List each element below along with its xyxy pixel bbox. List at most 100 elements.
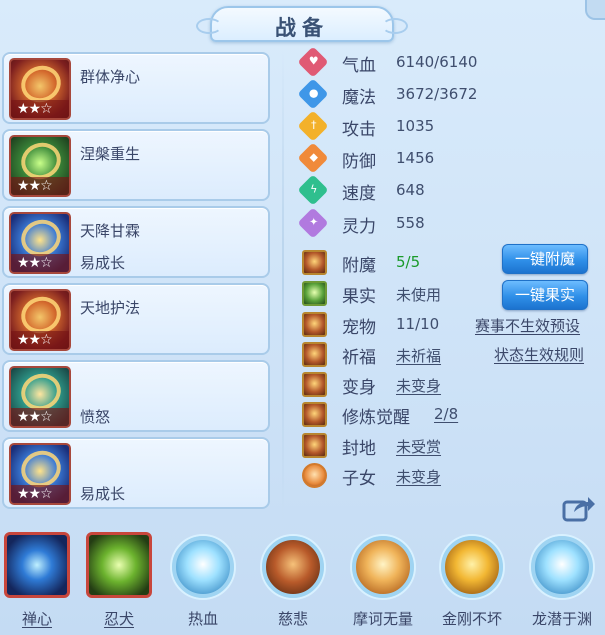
skill-stars: ★★☆ <box>11 331 69 349</box>
skill-name: 天降甘霖 <box>80 222 141 240</box>
bottom-skill-slot[interactable]: 慈悲 <box>258 524 328 632</box>
one-click-fruit-button[interactable]: 一键果实 <box>502 280 588 310</box>
awaken-link[interactable]: 2/8 <box>434 405 458 423</box>
transform-icon <box>302 372 327 397</box>
bottom-skill-slot[interactable]: 摩诃无量 <box>348 524 418 632</box>
skill-icon: ★★☆ <box>9 289 71 351</box>
row-value: 11/10 <box>396 315 440 333</box>
bottom-skill-label: 慈悲 <box>277 610 308 628</box>
status-rules-link[interactable]: 状态生效规则 <box>494 344 584 365</box>
row-label: 子女 <box>342 469 376 489</box>
shield-icon: ◆ <box>297 142 329 174</box>
row-label: 修炼觉醒 <box>342 408 410 428</box>
row-label: 封地 <box>342 439 376 459</box>
enchant-icon <box>302 250 327 275</box>
bottom-skill-slot[interactable]: 龙潜于渊 <box>527 524 597 632</box>
bottom-skill-label: 摩诃无量 <box>352 610 413 628</box>
skill-trait: 易成长 <box>80 485 126 503</box>
skill-name: 涅槃重生 <box>80 145 141 163</box>
bottom-skill-label: 龙潜于渊 <box>531 610 592 628</box>
heart-icon: ♥ <box>297 46 329 78</box>
skill-icon: ★★☆ <box>9 366 71 428</box>
warrior-icon <box>352 536 414 598</box>
skill-trait: 易成长 <box>80 254 126 272</box>
skill-icon: ★★☆ <box>9 443 71 505</box>
row-label: 祈福 <box>342 348 376 368</box>
skill-card[interactable]: ★★☆ 涅槃重生 <box>2 129 270 201</box>
skill-stars: ★★☆ <box>11 408 69 426</box>
row-value: 5/5 <box>396 253 421 271</box>
zen-heart-icon <box>4 532 70 598</box>
skill-card[interactable]: ★★☆ 天降甘霖 易成长 <box>2 206 270 278</box>
fruit-icon <box>302 281 327 306</box>
attr-label: 灵力 <box>342 217 376 237</box>
bottom-skill-label: 禅心 <box>21 610 52 628</box>
magic-icon: ● <box>297 78 329 110</box>
page-title: 战备 <box>275 16 329 40</box>
share-icon[interactable] <box>562 494 596 522</box>
one-click-enchant-button[interactable]: 一键附魔 <box>502 244 588 274</box>
corner-ornament <box>585 0 605 20</box>
wolf-icon <box>86 532 152 598</box>
attr-spirit: ✦ 灵力 558 <box>297 207 500 239</box>
attr-defense: ◆ 防御 1456 <box>297 142 500 174</box>
bottom-skill-slot[interactable]: 金刚不坏 <box>437 524 507 632</box>
bottom-skill-slot[interactable]: 热血 <box>168 524 238 632</box>
skill-stars: ★★☆ <box>11 177 69 195</box>
dragon-icon <box>531 536 593 598</box>
skill-stars: ★★☆ <box>11 485 69 503</box>
scroll-icon <box>262 536 324 598</box>
attr-label: 防御 <box>342 152 376 172</box>
skill-card[interactable]: ★★☆ 愤怒 <box>2 360 270 432</box>
territory-link[interactable]: 未受赏 <box>396 436 441 457</box>
golden-guardian-icon <box>441 536 503 598</box>
attr-value: 1456 <box>396 149 435 167</box>
bottom-skill-label: 忍犬 <box>103 610 134 628</box>
bottom-skill-bar: 禅心 忍犬 热血 慈悲 摩诃无量 金刚不坏 龙潜于渊 <box>0 524 605 635</box>
row-label: 果实 <box>342 287 376 307</box>
attr-label: 气血 <box>342 56 376 76</box>
attr-value: 3672/3672 <box>396 85 478 103</box>
skill-icon: ★★☆ <box>9 135 71 197</box>
attr-mp: ● 魔法 3672/3672 <box>297 78 500 110</box>
title-banner: 战备 <box>196 6 408 42</box>
monk-icon <box>172 536 234 598</box>
awaken-icon <box>302 402 327 427</box>
row-label: 变身 <box>342 378 376 398</box>
transform-link[interactable]: 未变身 <box>396 375 441 396</box>
attr-label: 速度 <box>342 184 376 204</box>
skill-name: 群体净心 <box>80 68 141 86</box>
children-icon <box>302 463 327 488</box>
skill-icon: ★★☆ <box>9 58 71 120</box>
sword-icon: † <box>297 110 329 142</box>
lightning-icon: ϟ <box>297 174 329 206</box>
blessing-icon <box>302 342 327 367</box>
attr-label: 魔法 <box>342 88 376 108</box>
children-link[interactable]: 未变身 <box>396 466 441 487</box>
bottom-skill-label: 金刚不坏 <box>441 610 502 628</box>
attr-value: 558 <box>396 214 425 232</box>
attr-speed: ϟ 速度 648 <box>297 174 500 206</box>
skill-card[interactable]: ★★☆ 易成长 <box>2 437 270 509</box>
row-value: 未使用 <box>396 286 442 304</box>
row-label: 附魔 <box>342 256 376 276</box>
row-territory: 封地 未受赏 <box>300 432 600 460</box>
skill-icon: ★★☆ <box>9 212 71 274</box>
skill-stars: ★★☆ <box>11 100 69 118</box>
skill-card[interactable]: ★★☆ 天地护法 <box>2 283 270 355</box>
bottom-skill-slot[interactable]: 禅心 <box>2 524 72 632</box>
blessing-link[interactable]: 未祈福 <box>396 345 441 366</box>
match-preset-link[interactable]: 赛事不生效预设 <box>475 315 580 336</box>
bottom-skill-label: 热血 <box>187 610 218 628</box>
row-awaken: 修炼觉醒 2/8 <box>300 401 600 429</box>
equipment-panel: 战备 ★★☆ 群体净心 ★★☆ 涅槃重生 ★★☆ 天降甘霖 易成长 ★★☆ 天地… <box>0 0 605 635</box>
skill-name: 天地护法 <box>80 299 141 317</box>
territory-icon <box>302 433 327 458</box>
skill-stars: ★★☆ <box>11 254 69 272</box>
pet-icon <box>302 312 327 337</box>
bottom-skill-slot[interactable]: 忍犬 <box>84 524 154 632</box>
attr-label: 攻击 <box>342 120 376 140</box>
skill-card[interactable]: ★★☆ 群体净心 <box>2 52 270 124</box>
attr-value: 648 <box>396 181 425 199</box>
spirit-icon: ✦ <box>297 207 329 239</box>
